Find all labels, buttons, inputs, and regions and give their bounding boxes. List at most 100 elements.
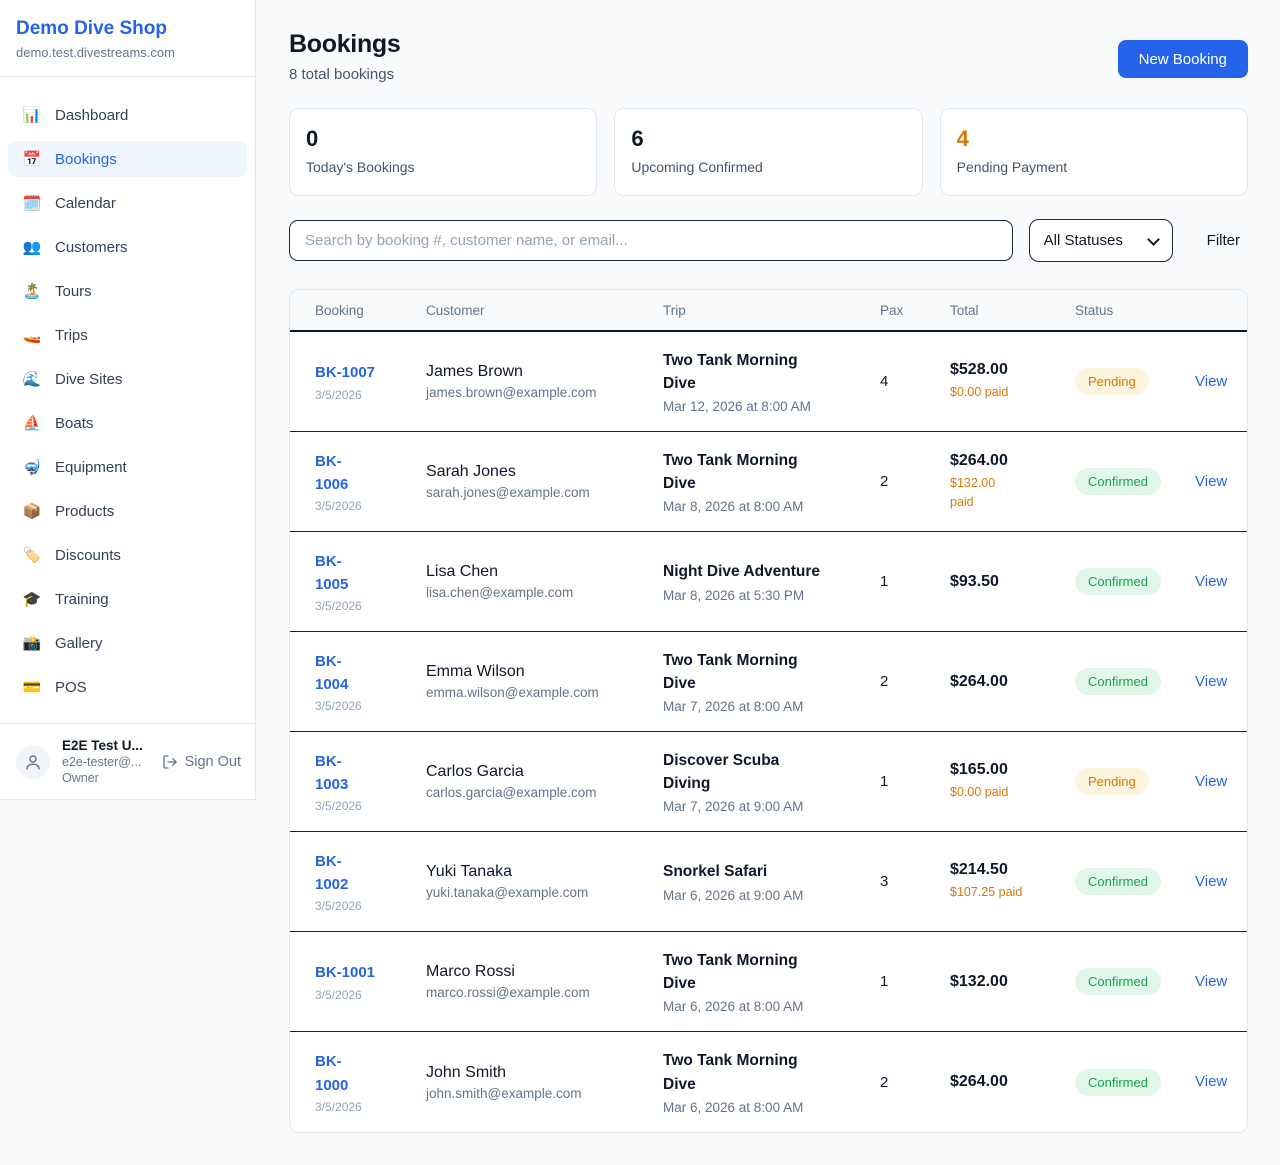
action-cell: View	[1195, 473, 1239, 491]
customer-email: john.smith@example.com	[426, 1086, 651, 1101]
sidebar-item-label: Products	[55, 503, 114, 520]
table-body: BK-1007 3/5/2026 James Brown james.brown…	[290, 332, 1247, 1132]
sidebar-item-label: Bookings	[55, 151, 117, 168]
sidebar-item-trips[interactable]: 🚤 Trips	[8, 317, 247, 353]
sidebar-item-calendar[interactable]: 🗓️ Calendar	[8, 185, 247, 221]
booking-id-link[interactable]: BK- 1005	[315, 550, 414, 597]
booking-id-link[interactable]: BK-1007	[315, 361, 414, 384]
sidebar-item-gallery[interactable]: 📸 Gallery	[8, 625, 247, 661]
filter-button[interactable]: Filter	[1199, 226, 1248, 255]
status-cell: Confirmed	[1075, 1069, 1195, 1096]
table-row: BK- 1005 3/5/2026 Lisa Chen lisa.chen@ex…	[290, 532, 1247, 632]
sidebar-item-training[interactable]: 🎓 Training	[8, 581, 247, 617]
trip-datetime: Mar 12, 2026 at 8:00 AM	[663, 399, 868, 414]
view-link[interactable]: View	[1195, 373, 1227, 390]
customer-name: Emma Wilson	[426, 663, 651, 681]
trip-name: Two Tank Morning Dive	[663, 649, 868, 696]
total-amount: $93.50	[950, 573, 1063, 591]
customer-email: carlos.garcia@example.com	[426, 785, 651, 800]
view-link[interactable]: View	[1195, 673, 1227, 690]
booking-id-link[interactable]: BK-1001	[315, 961, 414, 984]
view-link[interactable]: View	[1195, 873, 1227, 890]
sidebar-item-label: Trips	[55, 327, 88, 344]
stats-row: 0 Today's Bookings 6 Upcoming Confirmed …	[289, 108, 1248, 196]
booking-id-link[interactable]: BK- 1002	[315, 850, 414, 897]
column-header: Total	[950, 303, 1075, 318]
view-link[interactable]: View	[1195, 573, 1227, 590]
main-content: Bookings 8 total bookings New Booking 0 …	[256, 0, 1280, 1165]
booking-id-link[interactable]: BK- 1006	[315, 450, 414, 497]
sidebar-item-dashboard[interactable]: 📊 Dashboard	[8, 97, 247, 133]
stat-label: Upcoming Confirmed	[631, 159, 905, 175]
sidebar-item-pos[interactable]: 💳 POS	[8, 669, 247, 705]
trip-name: Two Tank Morning Dive	[663, 1049, 868, 1096]
customer-cell: Emma Wilson emma.wilson@example.com	[426, 663, 663, 700]
sidebar-item-label: Calendar	[55, 195, 116, 212]
trip-datetime: Mar 6, 2026 at 9:00 AM	[663, 888, 868, 903]
total-amount: $264.00	[950, 452, 1063, 470]
trip-cell: Two Tank Morning Dive Mar 6, 2026 at 8:0…	[663, 949, 880, 1015]
wave-icon: 🌊	[22, 370, 42, 388]
booking-id-link[interactable]: BK- 1000	[315, 1050, 414, 1097]
table-row: BK-1007 3/5/2026 James Brown james.brown…	[290, 332, 1247, 432]
trip-datetime: Mar 7, 2026 at 8:00 AM	[663, 699, 868, 714]
package-icon: 📦	[22, 502, 42, 520]
sidebar-item-equipment[interactable]: 🤿 Equipment	[8, 449, 247, 485]
new-booking-button[interactable]: New Booking	[1118, 40, 1248, 78]
stat-value: 0	[306, 126, 580, 152]
booking-id-link[interactable]: BK- 1004	[315, 650, 414, 697]
total-cell: $93.50	[950, 573, 1075, 591]
stat-card: 6 Upcoming Confirmed	[614, 108, 922, 196]
sidebar-nav: 📊 Dashboard 📅 Bookings 🗓️ Calendar 👥 Cus…	[0, 77, 255, 723]
sidebar-item-tours[interactable]: 🏝️ Tours	[8, 273, 247, 309]
sidebar-item-customers[interactable]: 👥 Customers	[8, 229, 247, 265]
trip-name: Two Tank Morning Dive	[663, 349, 868, 396]
status-cell: Pending	[1075, 768, 1195, 795]
sidebar-item-label: Gallery	[55, 635, 103, 652]
sidebar-item-discounts[interactable]: 🏷️ Discounts	[8, 537, 247, 573]
status-cell: Confirmed	[1075, 868, 1195, 895]
view-link[interactable]: View	[1195, 1073, 1227, 1090]
booking-id-link[interactable]: BK- 1003	[315, 750, 414, 797]
booking-date: 3/5/2026	[315, 799, 414, 813]
search-input[interactable]	[289, 220, 1013, 261]
trip-name: Two Tank Morning Dive	[663, 449, 868, 496]
customer-name: John Smith	[426, 1064, 651, 1082]
customer-name: Carlos Garcia	[426, 763, 651, 781]
trip-datetime: Mar 6, 2026 at 8:00 AM	[663, 1100, 868, 1115]
bookings-table: BookingCustomerTripPaxTotalStatus BK-100…	[289, 289, 1248, 1133]
action-cell: View	[1195, 673, 1239, 691]
status-badge: Confirmed	[1075, 668, 1161, 695]
view-link[interactable]: View	[1195, 973, 1227, 990]
page-title: Bookings	[289, 30, 401, 59]
booking-cell: BK- 1003 3/5/2026	[315, 750, 426, 814]
trip-cell: Two Tank Morning Dive Mar 12, 2026 at 8:…	[663, 349, 880, 415]
sidebar-item-bookings[interactable]: 📅 Bookings	[8, 141, 247, 177]
sidebar-item-label: Customers	[55, 239, 128, 256]
sidebar-item-boats[interactable]: ⛵ Boats	[8, 405, 247, 441]
avatar	[16, 745, 50, 779]
trip-cell: Two Tank Morning Dive Mar 6, 2026 at 8:0…	[663, 1049, 880, 1115]
sidebar-item-products[interactable]: 📦 Products	[8, 493, 247, 529]
customer-email: james.brown@example.com	[426, 385, 651, 400]
status-badge: Pending	[1075, 368, 1149, 395]
trip-datetime: Mar 7, 2026 at 9:00 AM	[663, 799, 868, 814]
booking-cell: BK-1001 3/5/2026	[315, 961, 426, 1001]
trip-cell: Snorkel Safari Mar 6, 2026 at 9:00 AM	[663, 860, 880, 902]
sidebar-header: Demo Dive Shop demo.test.divestreams.com	[0, 0, 255, 77]
column-header: Customer	[426, 303, 663, 318]
view-link[interactable]: View	[1195, 773, 1227, 790]
customer-email: sarah.jones@example.com	[426, 485, 651, 500]
customer-name: Sarah Jones	[426, 463, 651, 481]
status-select[interactable]: All Statuses	[1029, 219, 1173, 262]
view-link[interactable]: View	[1195, 473, 1227, 490]
stat-label: Today's Bookings	[306, 159, 580, 175]
speedboat-icon: 🚤	[22, 326, 42, 344]
trip-datetime: Mar 6, 2026 at 8:00 AM	[663, 999, 868, 1014]
booking-date: 3/5/2026	[315, 699, 414, 713]
sign-out-button[interactable]: Sign Out	[162, 754, 241, 770]
action-cell: View	[1195, 373, 1239, 391]
customer-name: Yuki Tanaka	[426, 863, 651, 881]
pax-cell: 1	[880, 573, 950, 590]
sidebar-item-dive-sites[interactable]: 🌊 Dive Sites	[8, 361, 247, 397]
